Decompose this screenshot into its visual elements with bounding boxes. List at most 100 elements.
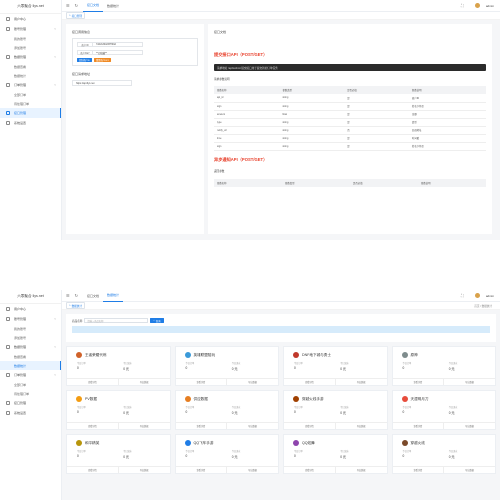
sidebar-item-pending-orders[interactable]: 待处理订单 <box>0 389 61 398</box>
view-details-button[interactable]: 查看详情 <box>393 379 444 385</box>
export-data-button[interactable]: 导出数据 <box>226 467 278 473</box>
tab-api-docs[interactable]: 接口文档 <box>82 0 103 12</box>
avatar[interactable] <box>474 293 480 298</box>
copy-id-button[interactable]: 复制商户ID <box>77 58 92 62</box>
menu-toggle-icon[interactable]: ☰ <box>66 3 70 8</box>
tab-data-stats[interactable]: 数据统计 <box>102 290 123 302</box>
menu-toggle-icon[interactable]: ☰ <box>66 293 70 298</box>
refresh-icon[interactable]: ↻ <box>75 3 78 8</box>
cell: time <box>214 134 280 143</box>
card-header: PV数据 <box>67 391 170 402</box>
cell: 否 <box>344 126 409 135</box>
cell: 签名字符串 <box>408 102 486 111</box>
view-details-button[interactable]: 查看详情 <box>176 379 227 385</box>
sidebar-item-settings[interactable]: 系统设置 <box>0 118 61 128</box>
sidebar-item-my-account[interactable]: 我的账号 <box>0 34 61 43</box>
tag-data-stats[interactable]: ⌂ 数据统计 <box>66 302 85 309</box>
tag-api[interactable]: ⌂ 接口管理 <box>66 12 85 19</box>
avatar[interactable] <box>474 3 480 8</box>
export-data-button[interactable]: 导出数据 <box>226 423 278 429</box>
refresh-icon[interactable]: ↻ <box>75 293 78 298</box>
stat-value: 0 元 <box>231 455 238 459</box>
sidebar-item-api[interactable]: 接口管理 <box>0 108 61 118</box>
sidebar-item-accounts[interactable]: 账号管理 ˅ <box>0 314 61 324</box>
home-icon: ⌂ <box>69 14 71 17</box>
card-footer: 查看详情 导出数据 <box>284 378 387 385</box>
view-details-button[interactable]: 查看详情 <box>67 423 118 429</box>
view-details-button[interactable]: 查看详情 <box>284 467 335 473</box>
api-url-field[interactable]: https://api.llys.net <box>72 80 132 86</box>
cell: 时间戳 <box>408 134 486 143</box>
cell: type <box>214 118 280 127</box>
card-footer: 查看详情 导出数据 <box>392 422 495 429</box>
search-card: 商品名称 请输入商品名称 ⌕ 查询 <box>66 314 496 342</box>
reset-key-button[interactable]: 重置商户KEY <box>93 58 112 62</box>
cell: 是 <box>344 110 409 119</box>
export-data-button[interactable]: 导出数据 <box>334 423 387 429</box>
sidebar-item-accounts[interactable]: 账号管理 ˅ <box>0 24 61 34</box>
export-data-button[interactable]: 导出数据 <box>443 467 495 473</box>
cell: 签名字符串 <box>408 142 486 151</box>
view-details-button[interactable]: 查看详情 <box>176 467 227 473</box>
view-details-button[interactable]: 查看详情 <box>67 467 118 473</box>
sidebar-item-data[interactable]: 数据管理 ˅ <box>0 52 61 62</box>
export-data-button[interactable]: 导出数据 <box>226 379 278 385</box>
view-details-button[interactable]: 查看详情 <box>67 379 118 385</box>
view-details-button[interactable]: 查看详情 <box>393 467 444 473</box>
username[interactable]: admin <box>486 294 494 298</box>
col-header: 是否必填 <box>350 178 418 187</box>
sidebar-item-orders[interactable]: 订单管理 ˅ <box>0 80 61 90</box>
view-details-button[interactable]: 查看详情 <box>284 379 335 385</box>
sidebar-item-data-view[interactable]: 数据查看 <box>0 352 61 361</box>
export-data-button[interactable]: 导出数据 <box>443 423 495 429</box>
sidebar-item-my-account[interactable]: 我的账号 <box>0 324 61 333</box>
username[interactable]: admin <box>486 4 494 8</box>
sidebar-item-user-center[interactable]: 用户中心 <box>0 304 61 314</box>
cell: sign <box>214 142 280 151</box>
sidebar-item-data[interactable]: 数据管理 ˅ <box>0 342 61 352</box>
credential-buttons: 复制商户ID 重置商户KEY <box>77 58 193 62</box>
export-data-button[interactable]: 导出数据 <box>443 379 495 385</box>
search-button[interactable]: ⌕ 查询 <box>150 318 164 323</box>
table-row: time string 是时间戳 <box>214 134 486 143</box>
sidebar-item-label: 订单管理 <box>14 373 27 377</box>
merchant-id-value[interactable]: 7d4cb3b42f37f04d <box>93 42 143 47</box>
fullscreen-icon[interactable]: ⛶ <box>461 3 464 8</box>
stat-label: 今日流水 <box>340 451 349 453</box>
sidebar-item-all-orders[interactable]: 全部订单 <box>0 380 61 389</box>
view-details-button[interactable]: 查看详情 <box>284 423 335 429</box>
export-data-button[interactable]: 导出数据 <box>117 379 170 385</box>
credentials-box: 商户ID 7d4cb3b42f37f04d 商户KEY **已隐藏** 复制商户… <box>72 38 198 66</box>
sidebar-item-settings[interactable]: 系统设置 <box>0 408 61 418</box>
card-title: 供应数据 <box>193 396 208 401</box>
sidebar-item-data-stats[interactable]: 数据统计 <box>0 361 61 370</box>
tab-data-stats[interactable]: 数据统计 <box>103 0 123 12</box>
sidebar-item-orders[interactable]: 订单管理 ˅ <box>0 370 61 380</box>
export-data-button[interactable]: 导出数据 <box>334 467 387 473</box>
sidebar-item-add-account[interactable]: 添加账号 <box>0 333 61 342</box>
export-data-button[interactable]: 导出数据 <box>334 379 387 385</box>
merchant-key-value[interactable]: **已隐藏** <box>93 50 143 55</box>
search-input[interactable]: 请输入商品名称 <box>84 318 149 323</box>
sidebar-item-api[interactable]: 接口管理 <box>0 398 61 408</box>
tab-api-docs[interactable]: 接口文档 <box>83 290 103 302</box>
export-data-button[interactable]: 导出数据 <box>117 467 170 473</box>
param-table: 参数名称 参数类型 是否必填 参数说明 api_id string 是商户ID si… <box>214 86 486 151</box>
cell: string <box>279 118 345 127</box>
stat-value: 0 <box>294 410 296 414</box>
fullscreen-icon[interactable]: ⛶ <box>461 293 464 298</box>
panel-title: 接口调用信息 <box>72 30 91 34</box>
sidebar-item-data-view[interactable]: 数据查看 <box>0 62 61 71</box>
sidebar-item-pending-orders[interactable]: 待处理订单 <box>0 99 61 108</box>
breadcrumb: ⌂ 接口管理 <box>62 12 500 20</box>
sidebar-item-add-account[interactable]: 添加账号 <box>0 43 61 52</box>
view-details-button[interactable]: 查看详情 <box>393 423 444 429</box>
export-data-button[interactable]: 导出数据 <box>117 423 170 429</box>
sidebar-item-user-center[interactable]: 用户中心 <box>0 14 61 24</box>
stat-label: 今日订单 <box>77 363 86 365</box>
sidebar-item-data-stats[interactable]: 数据统计 <box>0 71 61 80</box>
sidebar-item-all-orders[interactable]: 全部订单 <box>0 90 61 99</box>
stat-label: 今日订单 <box>294 407 303 409</box>
stat-flow: 今日流水 0 元 <box>123 361 169 371</box>
view-details-button[interactable]: 查看详情 <box>176 423 227 429</box>
